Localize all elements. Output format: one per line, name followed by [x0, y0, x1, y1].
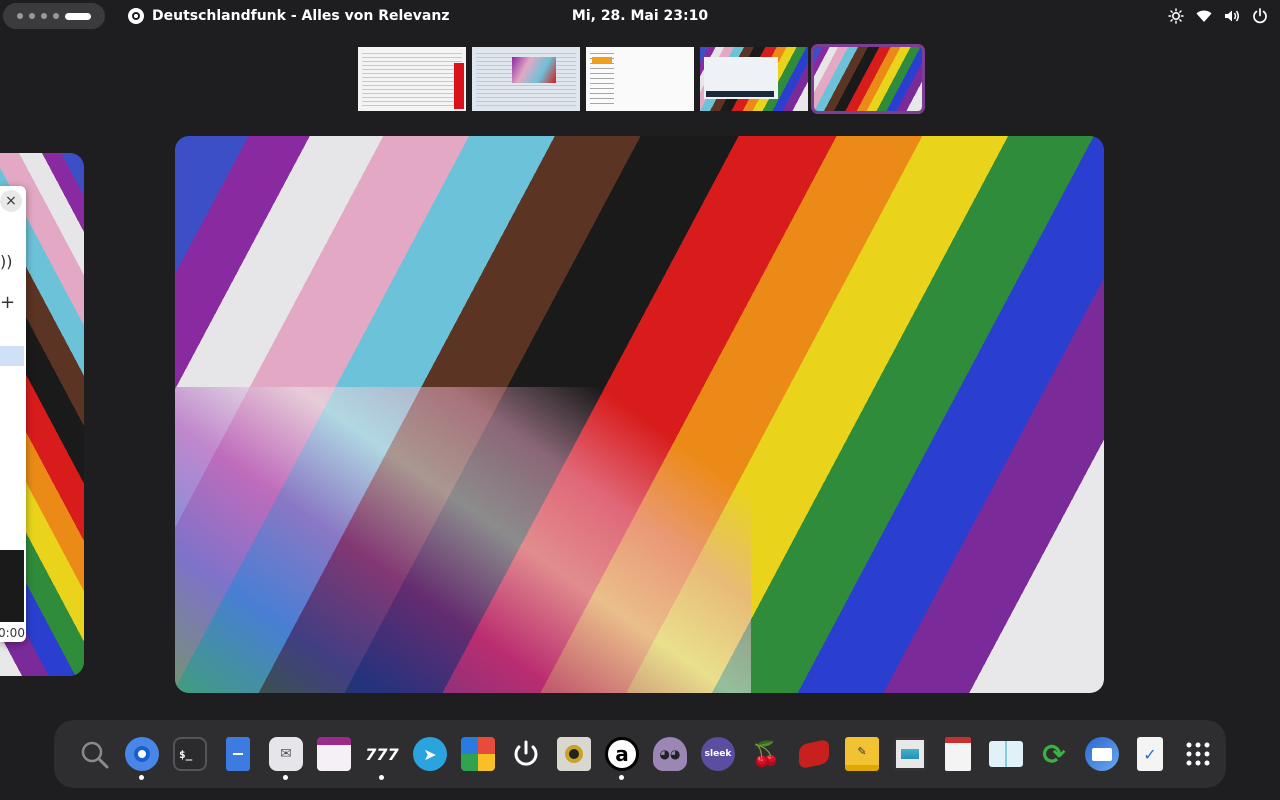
radio-app-icon [128, 8, 144, 24]
playback-time: 0:00 [0, 626, 25, 640]
dock-item-power-app[interactable] [502, 730, 550, 778]
screen-icon [893, 737, 927, 771]
open-book-icon [989, 741, 1023, 767]
file-manager-icon [226, 737, 250, 771]
telegram-icon: ➤ [413, 737, 447, 771]
app-menu[interactable]: Deutschlandfunk - Alles von Relevanz [128, 0, 449, 32]
volume-icon[interactable] [1224, 8, 1240, 24]
letter-a-icon: a [605, 737, 639, 771]
selected-list-item [0, 346, 24, 366]
speaker-icon [557, 737, 591, 771]
close-icon[interactable]: × [0, 190, 22, 212]
media-thumbnail [0, 550, 24, 622]
mail-icon [1085, 737, 1119, 771]
stripes-icon: 777 [365, 744, 399, 764]
workspace-thumbnail[interactable] [358, 47, 466, 111]
running-indicator [139, 775, 144, 780]
dock-item-files[interactable] [214, 730, 262, 778]
search-icon [81, 741, 109, 769]
dock-item-calendar[interactable] [310, 730, 358, 778]
checklist-icon: ✓ [1137, 737, 1163, 771]
dock-item-chromium[interactable] [118, 730, 166, 780]
clock[interactable]: Mi, 28. Mai 23:10 [540, 0, 740, 32]
colored-grid-icon [461, 737, 495, 771]
terminal-icon: $_ [173, 737, 207, 771]
dock-item-red-book[interactable] [790, 730, 838, 778]
activities-button[interactable] [3, 3, 105, 29]
window-preview[interactable]: × )) + 0:00 [0, 186, 26, 642]
show-apps-button[interactable] [1174, 730, 1222, 778]
power-icon[interactable] [1252, 8, 1268, 24]
notepad-icon: ✎ [845, 737, 879, 771]
red-book-icon [799, 738, 829, 770]
dock-item-reader[interactable] [982, 730, 1030, 778]
workspace-indicator[interactable] [17, 13, 23, 19]
active-workspace-indicator[interactable] [65, 12, 91, 20]
brightness-icon[interactable] [1168, 8, 1184, 24]
mail-clock-icon: ✉ [269, 737, 303, 771]
running-indicator [283, 775, 288, 780]
dock-item-ghost[interactable]: ◕◕ [646, 730, 694, 778]
dock-item-terminal[interactable]: $_ [166, 730, 214, 778]
dock-item-a[interactable]: a [598, 730, 646, 780]
top-bar: Deutschlandfunk - Alles von Relevanz Mi,… [0, 0, 1280, 32]
dock: $_ ✉ 777 ➤ a ◕◕ sleek 🍒 ✎ ⟳ ✓ [54, 720, 1226, 788]
workspace-thumbnail-active[interactable] [811, 44, 925, 114]
calendar-icon [317, 737, 351, 771]
dock-item-screen[interactable] [886, 730, 934, 778]
dock-item-sync[interactable]: ⟳ [1030, 730, 1078, 778]
dock-item-grid-app[interactable] [454, 730, 502, 778]
dock-item-tasks[interactable]: ✓ [1126, 730, 1174, 778]
dock-item-telegram[interactable]: ➤ [406, 730, 454, 778]
cherry-icon: 🍒 [751, 740, 781, 768]
dock-item-sleek[interactable]: sleek [694, 730, 742, 778]
system-tray[interactable] [1168, 0, 1268, 32]
dock-item-mail[interactable] [1078, 730, 1126, 778]
radio-icon: )) [0, 252, 13, 271]
running-indicator [379, 775, 384, 780]
workspace-indicator[interactable] [29, 13, 35, 19]
chromium-icon [125, 737, 159, 771]
workspace-indicator[interactable] [53, 13, 59, 19]
current-workspace-preview[interactable] [175, 136, 1104, 693]
workspace-thumbnails [358, 44, 925, 114]
dock-item-notes[interactable]: ✎ [838, 730, 886, 778]
ghost-icon: ◕◕ [653, 737, 687, 771]
workspace-indicator[interactable] [41, 13, 47, 19]
dock-item-cherry[interactable]: 🍒 [742, 730, 790, 778]
add-icon: + [0, 292, 16, 313]
search-button[interactable] [70, 730, 118, 778]
dock-item-news[interactable] [934, 730, 982, 778]
dock-item-speaker[interactable] [550, 730, 598, 778]
workspace-thumbnail[interactable] [700, 47, 808, 111]
app-menu-title: Deutschlandfunk - Alles von Relevanz [152, 8, 450, 24]
app-grid-icon [1186, 742, 1210, 766]
sync-icon: ⟳ [1042, 737, 1066, 771]
workspace-thumbnail[interactable] [586, 47, 694, 111]
sleek-icon: sleek [701, 737, 735, 771]
power-icon [514, 740, 538, 766]
dock-item-mail-scheduler[interactable]: ✉ [262, 730, 310, 780]
wifi-icon[interactable] [1196, 8, 1212, 24]
running-indicator [619, 775, 624, 780]
wallpaper-overlay [175, 386, 751, 693]
workspace-thumbnail[interactable] [472, 47, 580, 111]
dock-item-777[interactable]: 777 [358, 730, 406, 780]
newspaper-icon [945, 737, 971, 771]
